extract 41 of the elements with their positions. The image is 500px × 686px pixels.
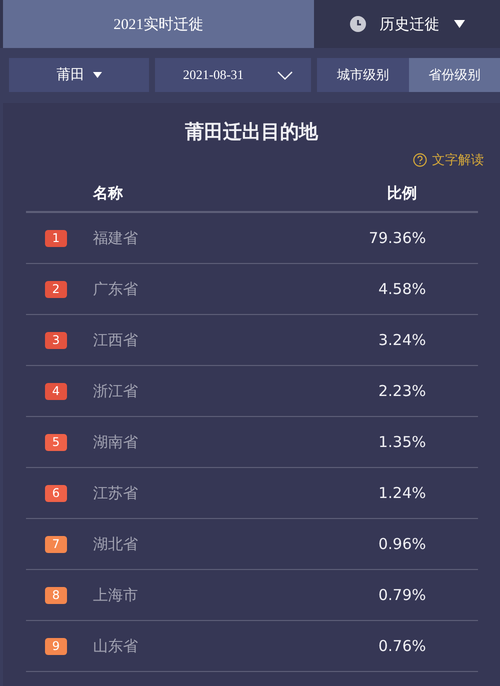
column-header: 比例	[387, 184, 417, 202]
rank-badge: 8	[45, 586, 67, 604]
rank-badge: 1	[45, 230, 67, 246]
ratio-value: 1.24%	[378, 484, 426, 502]
dropdown-arrow-icon	[92, 72, 102, 78]
panel-title: 莆田迁出目的地	[184, 120, 320, 145]
level-tab[interactable]: 城市级别	[317, 58, 408, 92]
ratio-value: 4.58%	[378, 280, 426, 298]
province-name: 湖北省	[93, 534, 138, 554]
province-name: 江西省	[93, 330, 138, 350]
province-name: 湖南省	[93, 432, 138, 452]
rank-badge: 3	[45, 332, 67, 348]
rank-badge: 9	[45, 638, 67, 654]
tab[interactable]: 2021实时迁徙	[3, 0, 314, 48]
clock-icon	[350, 16, 366, 32]
chevron-down-icon	[277, 70, 293, 80]
city-dropdown[interactable]: 莆田	[9, 58, 149, 92]
province-name: 上海市	[93, 586, 138, 604]
ratio-value: 2.23%	[378, 382, 426, 400]
rank-badge: 6	[45, 484, 67, 502]
ratio-value: 0.79%	[378, 586, 426, 604]
province-name: 江苏省	[93, 484, 138, 502]
ratio-value: 1.35%	[378, 433, 426, 451]
question-icon	[413, 153, 427, 167]
level-tab[interactable]: 省份级别	[408, 58, 500, 92]
ratio-value: 0.76%	[378, 637, 426, 655]
rank-badge: 2	[45, 280, 67, 298]
rank-badge: 5	[45, 434, 67, 450]
ratio-value: 3.24%	[378, 331, 426, 349]
help-link[interactable]: 文字解读	[413, 151, 484, 169]
province-name: 山东省	[93, 636, 138, 656]
column-header: 名称	[93, 184, 123, 202]
rank-badge: 7	[45, 536, 67, 552]
ratio-value: 79.36%	[368, 229, 426, 247]
rank-badge: 4	[45, 382, 67, 400]
dropdown-arrow-icon	[454, 20, 464, 28]
province-name: 福建省	[93, 228, 138, 248]
province-name: 浙江省	[93, 382, 138, 400]
province-name: 广东省	[93, 280, 138, 298]
ratio-value: 0.96%	[378, 535, 426, 553]
date-dropdown[interactable]: 2021-08-31	[155, 58, 311, 92]
